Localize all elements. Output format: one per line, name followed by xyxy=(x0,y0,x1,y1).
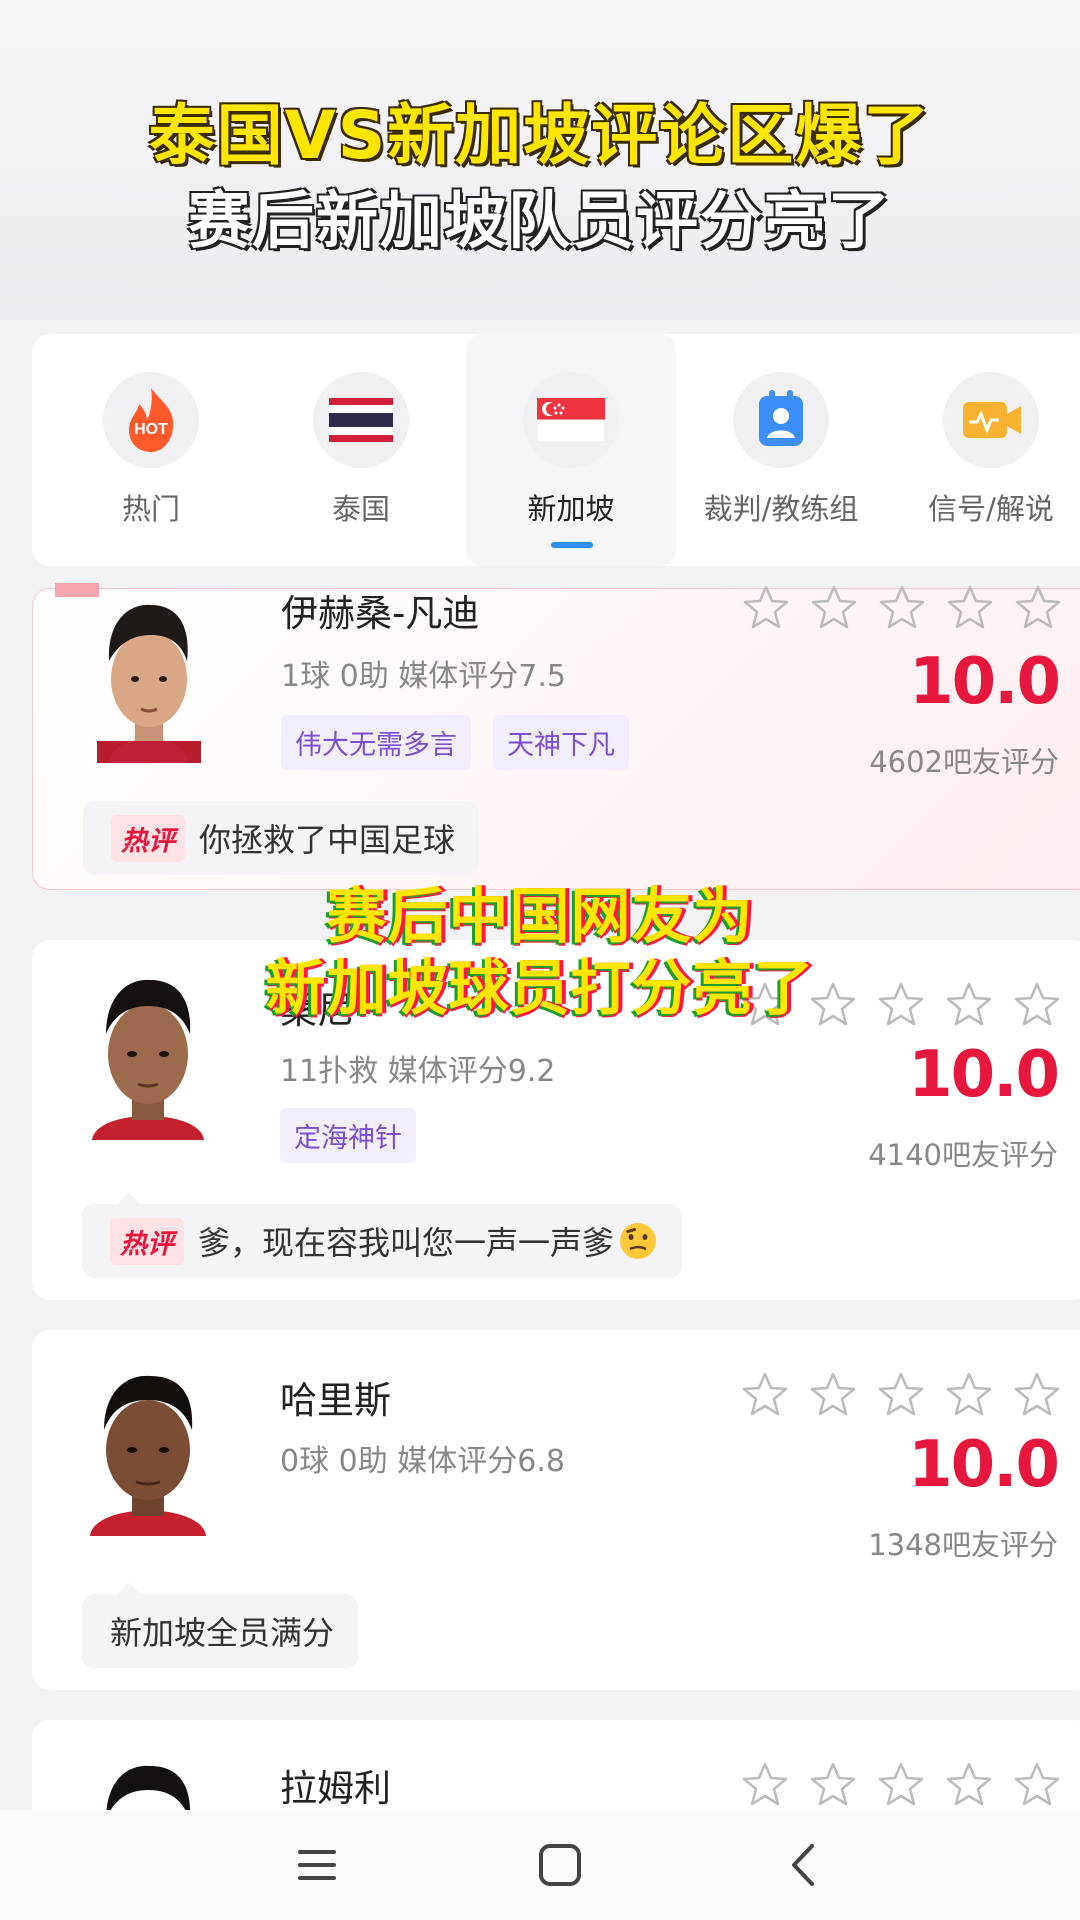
referee-badge-icon xyxy=(733,372,829,468)
comment[interactable]: 新加坡全员满分 xyxy=(82,1594,359,1668)
camera-signal-icon xyxy=(943,372,1039,468)
player-tag[interactable]: 伟大无需多言 xyxy=(281,715,471,770)
star-icon[interactable] xyxy=(808,1370,858,1420)
tab-label-hot: 热门 xyxy=(121,492,180,526)
player-stats: 11扑救 媒体评分9.2 xyxy=(280,1054,556,1089)
star-icon[interactable] xyxy=(808,1760,858,1810)
player-avatar xyxy=(90,1375,206,1536)
player-avatar xyxy=(97,604,201,763)
hot-comment[interactable]: 热评 你拯救了中国足球 xyxy=(83,801,480,875)
team-tab-bar: HOT 热门 泰国 新加坡 裁判/教练组 信号/解说 xyxy=(32,334,1080,566)
rating-count: 4140吧友评分 xyxy=(868,1138,1058,1172)
star-icon[interactable] xyxy=(1013,583,1063,633)
star-icon[interactable] xyxy=(741,583,791,633)
caption-title: 泰国VS新加坡评论区爆了 xyxy=(148,97,932,174)
star-icon[interactable] xyxy=(877,583,927,633)
back-icon[interactable] xyxy=(780,1840,830,1890)
tab-label-singapore: 新加坡 xyxy=(527,492,615,526)
star-icon[interactable] xyxy=(945,583,995,633)
video-caption-header: 泰国VS新加坡评论区爆了 赛后新加坡队员评分亮了 xyxy=(0,0,1080,320)
caption-subtitle: 赛后新加坡队员评分亮了 xyxy=(187,184,892,257)
player-tag[interactable]: 天神下凡 xyxy=(493,715,629,770)
tab-label-referee-coach: 裁判/教练组 xyxy=(703,492,859,526)
rating-stars[interactable] xyxy=(740,1370,1062,1420)
player-name: 拉姆利 xyxy=(280,1767,391,1810)
star-icon[interactable] xyxy=(944,1370,994,1420)
player-card[interactable]: 伊赫桑-凡迪 1球 0助 媒体评分7.5 伟大无需多言 天神下凡 10.0 46… xyxy=(32,583,1080,890)
player-card[interactable]: 哈里斯 0球 0助 媒体评分6.8 10.0 1348吧友评分 新加坡全员满分 xyxy=(32,1330,1080,1690)
tab-label-signal-commentary: 信号/解说 xyxy=(928,492,1054,526)
player-avatar xyxy=(106,1765,191,1810)
star-icon[interactable] xyxy=(740,1760,790,1810)
singapore-flag-icon xyxy=(523,372,619,468)
star-icon[interactable] xyxy=(809,583,859,633)
player-tags: 定海神针 xyxy=(280,1108,416,1163)
player-tag[interactable]: 定海神针 xyxy=(280,1108,416,1163)
system-nav-bar xyxy=(0,1810,1080,1920)
hot-comment-badge: 热评 xyxy=(110,1217,184,1265)
rating-stars[interactable] xyxy=(741,583,1063,633)
player-stats: 0球 0助 媒体评分6.8 xyxy=(280,1444,565,1479)
player-card[interactable]: 拉姆利 xyxy=(32,1720,1080,1810)
thinking-face-emoji-icon xyxy=(620,1223,657,1259)
hot-comment-text: 爹，现在容我叫您一声一声爹 xyxy=(198,1224,615,1262)
star-icon[interactable] xyxy=(1012,1370,1062,1420)
svg-text:HOT: HOT xyxy=(134,421,168,438)
tab-hot[interactable]: HOT 热门 xyxy=(46,334,256,566)
hot-comment-badge: 热评 xyxy=(111,814,185,862)
tab-referee-coach[interactable]: 裁判/教练组 xyxy=(676,334,886,566)
thailand-flag-icon xyxy=(313,372,409,468)
app-screen: HOT 热门 泰国 新加坡 裁判/教练组 信号/解说 伊赫桑-凡迪 1球 0助 … xyxy=(4,320,1080,1810)
star-icon[interactable] xyxy=(944,1760,994,1810)
hot-icon: HOT xyxy=(103,372,199,468)
comment-text: 新加坡全员满分 xyxy=(110,1614,335,1652)
active-tab-indicator xyxy=(551,542,593,548)
home-icon[interactable] xyxy=(535,1840,585,1890)
hot-comment-text: 你拯救了中国足球 xyxy=(199,821,456,859)
player-stats: 1球 0助 媒体评分7.5 xyxy=(281,659,566,694)
player-score: 10.0 xyxy=(908,1428,1060,1502)
star-icon[interactable] xyxy=(1012,1760,1062,1810)
tab-label-thailand: 泰国 xyxy=(331,492,390,526)
rating-stars[interactable] xyxy=(740,1760,1062,1810)
star-icon[interactable] xyxy=(876,1370,926,1420)
rating-count: 1348吧友评分 xyxy=(868,1528,1058,1562)
tab-signal-commentary[interactable]: 信号/解说 xyxy=(886,334,1080,566)
rating-count: 4602吧友评分 xyxy=(869,745,1059,779)
star-icon[interactable] xyxy=(876,1760,926,1810)
player-score: 10.0 xyxy=(908,1038,1060,1112)
player-score: 10.0 xyxy=(909,645,1061,719)
hot-comment[interactable]: 热评 爹，现在容我叫您一声一声爹 xyxy=(82,1204,683,1278)
star-icon[interactable] xyxy=(740,1370,790,1420)
menu-icon[interactable] xyxy=(292,1840,342,1890)
player-name: 哈里斯 xyxy=(280,1379,391,1422)
player-tags: 伟大无需多言 天神下凡 xyxy=(281,715,629,770)
overlay-subtitle-line2: 新加坡球员打分亮了 xyxy=(265,954,815,1024)
tab-thailand[interactable]: 泰国 xyxy=(256,334,466,566)
tab-singapore[interactable]: 新加坡 xyxy=(466,334,676,566)
player-name: 伊赫桑-凡迪 xyxy=(281,592,480,635)
